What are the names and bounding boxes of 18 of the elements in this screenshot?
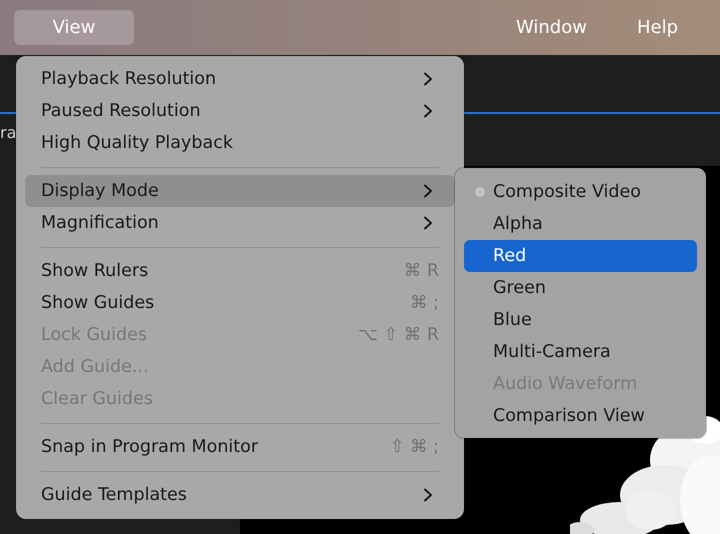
keyboard-shortcut: ⇧ ⌘ ; — [390, 437, 439, 457]
menu-item[interactable]: Snap in Program Monitor ⇧ ⌘ ; — [25, 431, 455, 463]
menu-item[interactable]: Alpha — [464, 208, 697, 240]
menu-item[interactable]: Show Guides ⌘ ; — [25, 287, 455, 319]
menu-item[interactable]: Display Mode — [25, 175, 455, 207]
menu-item[interactable]: Comparison View — [464, 400, 697, 432]
menu-item[interactable]: Guide Templates — [25, 479, 455, 511]
menu-item[interactable]: Green — [464, 272, 697, 304]
menu-item[interactable]: Red — [464, 240, 697, 272]
menu-item[interactable]: Blue — [464, 304, 697, 336]
keyboard-shortcut: ⌘ ; — [410, 293, 439, 313]
menu-item[interactable]: Paused Resolution — [25, 95, 455, 127]
menu-item[interactable]: Multi-Camera — [464, 336, 697, 368]
menu-item[interactable]: High Quality Playback — [25, 127, 455, 159]
menu-item[interactable]: Playback Resolution — [25, 63, 455, 95]
menu-item[interactable]: Magnification — [25, 207, 455, 239]
panel-label: ra — [0, 123, 16, 142]
menu-item[interactable]: Composite Video — [464, 176, 697, 208]
